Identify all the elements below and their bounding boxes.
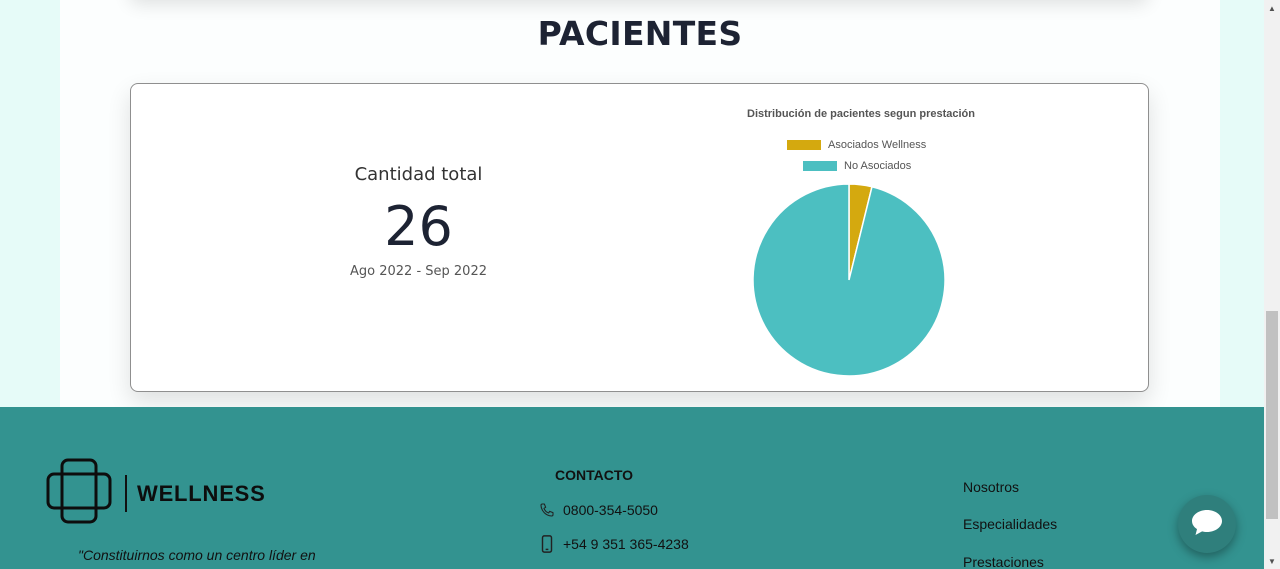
phone-icon (538, 501, 556, 519)
scroll-thumb[interactable] (1266, 311, 1278, 519)
mobile-icon (538, 535, 556, 553)
page-background (0, 0, 60, 407)
patients-stats-card: Cantidad total 26 Ago 2022 - Sep 2022 Di… (130, 83, 1149, 392)
vertical-scrollbar[interactable]: ▲ ▼ (1264, 0, 1280, 569)
pie-slice-no-asociados[interactable] (752, 183, 946, 377)
contact-title: CONTACTO (555, 467, 634, 483)
footer-link-especialidades[interactable]: Especialidades (963, 516, 1057, 532)
section-title: PACIENTES (537, 14, 743, 53)
chat-button[interactable] (1178, 495, 1236, 553)
footer-quote: "Constituirnos como un centro líder en (78, 547, 316, 563)
phone-number: 0800-354-5050 (563, 502, 658, 518)
total-label: Cantidad total (354, 164, 483, 185)
contact-mobile[interactable]: +54 9 351 365-4238 (538, 535, 689, 553)
pie-svg (752, 183, 946, 377)
contact-phone[interactable]: 0800-354-5050 (538, 501, 658, 519)
cross-logo-icon (46, 458, 112, 529)
scroll-down-arrow-icon[interactable]: ▼ (1264, 553, 1280, 569)
date-range: Ago 2022 - Sep 2022 (350, 264, 487, 279)
scroll-up-arrow-icon[interactable]: ▲ (1264, 0, 1280, 16)
page: PACIENTES Cantidad total 26 Ago 2022 - S… (0, 0, 1280, 569)
total-block: Cantidad total 26 Ago 2022 - Sep 2022 (341, 164, 496, 279)
footer-link-prestaciones[interactable]: Prestaciones (963, 554, 1044, 569)
brand-name: WELLNESS (137, 480, 266, 506)
total-value: 26 (384, 195, 453, 258)
footer: WELLNESS "Constituirnos como un centro l… (0, 407, 1265, 569)
chat-bubble-icon (1190, 507, 1224, 542)
wellness-logo[interactable]: WELLNESS (46, 458, 266, 529)
footer-link-nosotros[interactable]: Nosotros (963, 479, 1019, 495)
logo-divider (125, 475, 127, 512)
patients-pie-chart: Distribución de pacientes segun prestaci… (721, 102, 1001, 387)
mobile-number: +54 9 351 365-4238 (563, 536, 689, 552)
